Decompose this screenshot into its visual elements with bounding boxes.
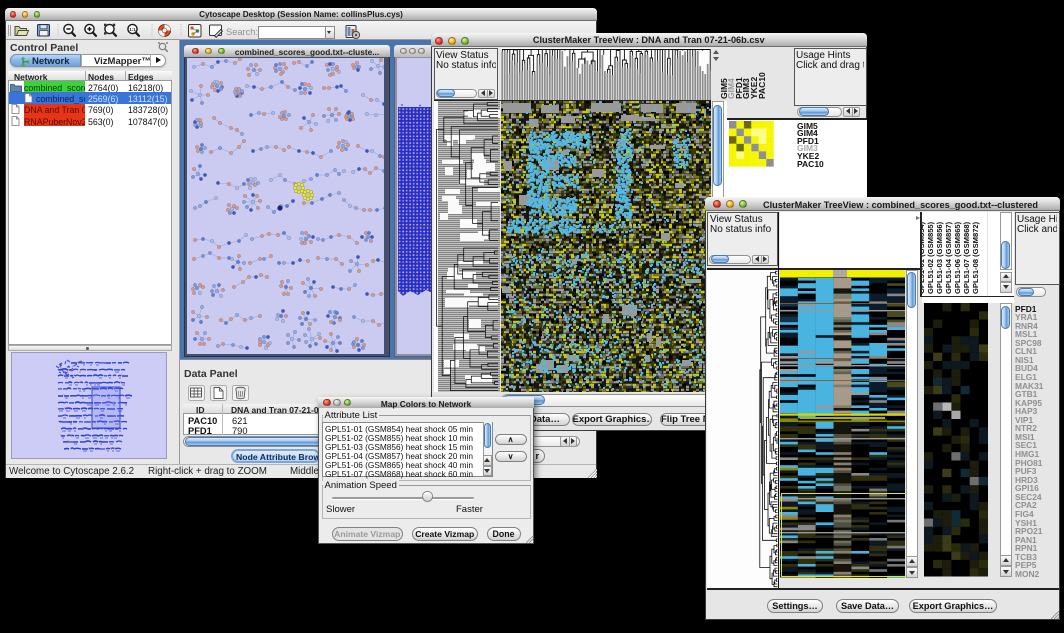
svg-text:1:1: 1:1 — [129, 27, 136, 32]
